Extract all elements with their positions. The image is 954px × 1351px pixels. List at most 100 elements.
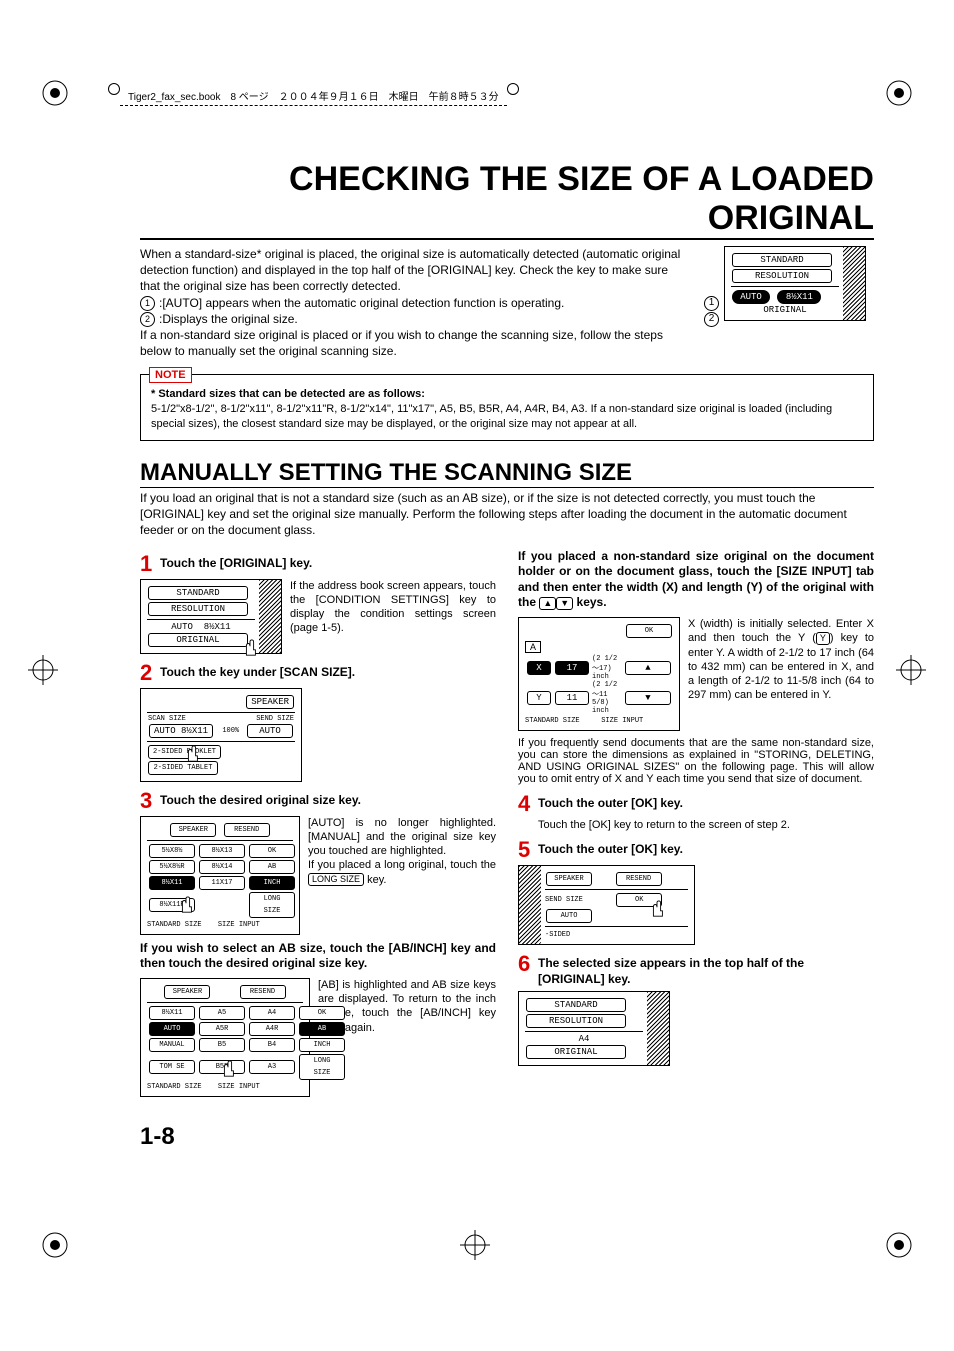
up-arrow-button: ▲ bbox=[625, 661, 671, 675]
standard-size-tab: STANDARD SIZE bbox=[147, 921, 202, 929]
note-bold-line: * Standard sizes that can be detected ar… bbox=[151, 388, 425, 400]
size-button: A3 bbox=[249, 1060, 295, 1074]
size-button: 8½X11 bbox=[149, 1006, 195, 1020]
long-size-key-icon: LONG SIZE bbox=[308, 873, 364, 886]
speaker-button: SPEAKER bbox=[246, 695, 294, 709]
send-size-label: SEND SIZE bbox=[545, 896, 583, 904]
callout-2-icon: 2 bbox=[704, 312, 719, 327]
note-box: NOTE * Standard sizes that can be detect… bbox=[140, 374, 874, 441]
size-button-selected: 8½X11 bbox=[149, 876, 195, 890]
original-key-diagram: 1 2 STANDARD RESOLUTION AUTO 8½X11 ORIGI… bbox=[704, 246, 874, 360]
standard-label: STANDARD bbox=[732, 253, 832, 267]
resend-button: RESEND bbox=[616, 872, 662, 886]
intro-list-item-1: :[AUTO] appears when the automatic origi… bbox=[159, 296, 564, 310]
speaker-button: SPEAKER bbox=[164, 985, 210, 999]
size-button: 8½X14 bbox=[199, 860, 245, 874]
y-range-label: (2 1/2～11 5/8) inch bbox=[591, 681, 623, 715]
standard-size-tab: STANDARD SIZE bbox=[147, 1083, 202, 1091]
standard-size-tab: STANDARD SIZE bbox=[525, 717, 580, 725]
resolution-button: RESOLUTION bbox=[526, 1014, 626, 1028]
step-3-description: [AUTO] is no longer highlighted. [MANUAL… bbox=[308, 816, 496, 935]
tom-se-button: TOM SE bbox=[149, 1060, 195, 1074]
page-number: 1-8 bbox=[140, 1123, 874, 1151]
step-3-screenshot: SPEAKER RESEND 5½X8½ 8½X13 OK 5½X8½R 8½X… bbox=[140, 816, 300, 935]
step-5-screenshot: SPEAKER RESEND SEND SIZE OK AUTO -SIDED bbox=[518, 865, 695, 945]
long-size-button: LONG SIZE bbox=[299, 1054, 345, 1080]
callout-1-icon: 1 bbox=[704, 296, 719, 311]
pointer-hand-icon bbox=[177, 896, 195, 914]
page-title: CHECKING THE SIZE OF A LOADED ORIGINAL bbox=[140, 160, 874, 240]
crosshair-icon bbox=[460, 1230, 490, 1260]
intro-text: When a standard-size* original is placed… bbox=[140, 246, 690, 360]
resolution-button: RESOLUTION bbox=[732, 269, 832, 283]
speaker-button: SPEAKER bbox=[170, 823, 216, 837]
standard-label: STANDARD bbox=[148, 586, 248, 600]
pointer-hand-icon bbox=[241, 639, 259, 657]
size-button: 8½X13 bbox=[199, 844, 245, 858]
auto-badge: AUTO bbox=[732, 290, 770, 304]
scan-size-label: SCAN SIZE bbox=[147, 715, 221, 723]
send-size-label: SEND SIZE bbox=[241, 715, 295, 723]
resend-button: RESEND bbox=[240, 985, 286, 999]
step-6-title: The selected size appears in the top hal… bbox=[538, 953, 874, 987]
step-5-title: Touch the outer [OK] key. bbox=[538, 839, 874, 861]
size-label: 8½X11 bbox=[204, 622, 231, 632]
section-title: MANUALLY SETTING THE SCANNING SIZE bbox=[140, 459, 874, 488]
y-key-icon: Y bbox=[816, 632, 830, 645]
size-button: 5½X8½ bbox=[149, 844, 195, 858]
step-1-description: If the address book screen appears, touc… bbox=[290, 579, 496, 654]
long-size-button: LONG SIZE bbox=[249, 892, 295, 918]
size-button: 11X17 bbox=[199, 876, 245, 890]
intro-paragraph-1: When a standard-size* original is placed… bbox=[140, 247, 680, 293]
ab-button-selected: AB bbox=[299, 1022, 345, 1036]
down-arrow-key-icon: ▼ bbox=[556, 597, 573, 610]
size-input-description-1: X (width) is initially selected. Enter X… bbox=[688, 617, 874, 731]
circled-2-icon: 2 bbox=[140, 312, 155, 327]
y-button: Y bbox=[527, 691, 551, 705]
registration-mark-icon bbox=[884, 1230, 914, 1260]
original-label: ORIGINAL bbox=[731, 305, 839, 315]
original-button: ORIGINAL bbox=[526, 1045, 626, 1059]
ab-size-screenshot: SPEAKER RESEND 8½X11 A5 A4 OK AUTO bbox=[140, 978, 310, 1097]
intro-list-item-2: :Displays the original size. bbox=[159, 312, 298, 326]
pointer-hand-icon bbox=[219, 1060, 237, 1078]
step-number-1: 1 bbox=[140, 553, 160, 575]
auto-button: AUTO bbox=[546, 909, 592, 923]
note-body-text: 5-1/2"x8-1/2", 8-1/2"x11", 8-1/2"x11"R, … bbox=[151, 403, 832, 430]
ab-size-instruction: If you wish to select an AB size, touch … bbox=[140, 941, 496, 972]
step-number-5: 5 bbox=[518, 839, 538, 861]
size-button: B4 bbox=[249, 1038, 295, 1052]
manual-button: MANUAL bbox=[149, 1038, 195, 1052]
scan-size-button: AUTO 8½X11 bbox=[149, 724, 213, 738]
auto-label: AUTO bbox=[171, 622, 193, 632]
note-label: NOTE bbox=[149, 367, 192, 384]
resend-button: RESEND bbox=[224, 823, 270, 837]
ok-button: OK bbox=[249, 844, 295, 858]
step-number-6: 6 bbox=[518, 953, 538, 987]
size-input-instruction: If you placed a non-standard size origin… bbox=[518, 549, 874, 611]
step-1-screenshot: STANDARD RESOLUTION AUTO 8½X11 ORIGINAL bbox=[140, 579, 282, 654]
step-number-4: 4 bbox=[518, 793, 538, 815]
size-button: A4 bbox=[249, 1006, 295, 1020]
minus-sided-label: -SIDED bbox=[545, 931, 570, 939]
auto-button: AUTO bbox=[149, 1022, 195, 1036]
x-range-label: (2 1/2～17) inch bbox=[591, 655, 623, 681]
step-number-2: 2 bbox=[140, 662, 160, 684]
size-button: A5 bbox=[199, 1006, 245, 1020]
inch-button: INCH bbox=[249, 876, 295, 890]
size-button: A4R bbox=[249, 1022, 295, 1036]
step-1-title: Touch the [ORIGINAL] key. bbox=[160, 553, 496, 575]
standard-label: STANDARD bbox=[526, 998, 626, 1012]
size-button: 5½X8½R bbox=[149, 860, 195, 874]
size-input-tab: SIZE INPUT bbox=[218, 921, 260, 929]
size-label-a4: A4 bbox=[525, 1034, 643, 1044]
ok-button: OK bbox=[299, 1006, 345, 1020]
ratio-label: 100% bbox=[221, 723, 241, 739]
size-button: B5 bbox=[199, 1038, 245, 1052]
step-2-screenshot: SPEAKER SCAN SIZE SEND SIZE AUTO 8½X11 1… bbox=[140, 688, 302, 782]
step-4-description: Touch the [OK] key to return to the scre… bbox=[538, 819, 874, 831]
down-arrow-button: ▼ bbox=[625, 691, 671, 705]
resolution-button: RESOLUTION bbox=[148, 602, 248, 616]
original-button: ORIGINAL bbox=[148, 633, 248, 647]
size-input-description-2: If you frequently send documents that ar… bbox=[518, 737, 874, 785]
